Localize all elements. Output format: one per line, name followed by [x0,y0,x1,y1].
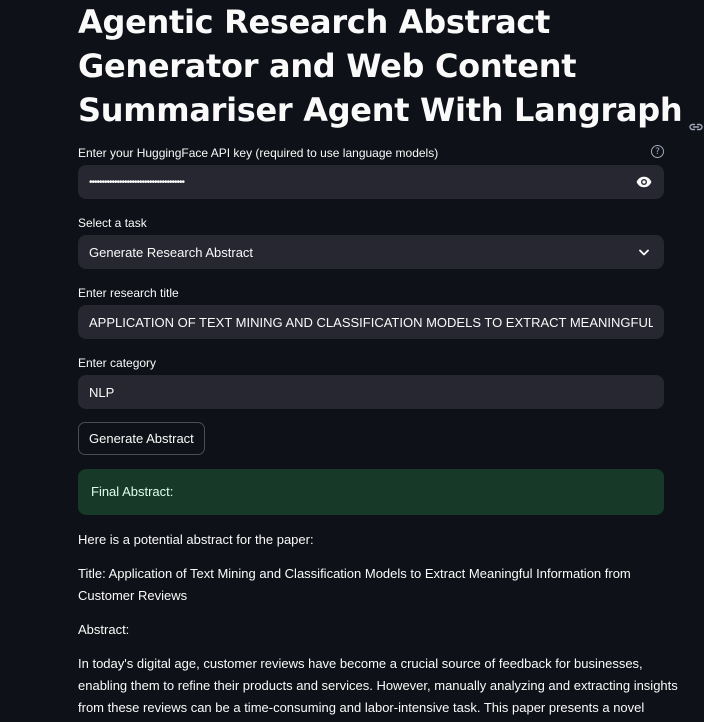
result-title: Title: Application of Text Mining and Cl… [78,563,664,607]
result-title-line: Title: Application of Text Mining and Cl… [78,566,631,581]
category-label: Enter category [78,356,157,370]
abstract-body-line: from these reviews can be a time-consumi… [78,700,645,715]
api-key-label: Enter your HuggingFace API key (required… [78,146,439,160]
result-title-line: Customer Reviews [78,588,188,603]
page-title: Agentic Research Abstract Generator and … [78,0,704,132]
generate-abstract-button[interactable]: Generate Abstract [78,422,205,455]
task-selected-value: Generate Research Abstract [89,244,254,260]
api-key-value: •••••••••••••••••••••••••••••••••••••• [89,176,185,188]
category-value: NLP [89,384,115,400]
category-input[interactable]: NLP [78,375,664,409]
abstract-body-line: In today's digital age, customer reviews… [78,656,643,671]
research-title-value: APPLICATION OF TEXT MINING AND CLASSIFIC… [89,314,653,330]
abstract-heading: Abstract: [78,622,130,637]
title-line-text: Summariser Agent With Langraph [78,91,683,129]
help-circle-icon[interactable]: ? [651,145,664,158]
final-abstract-alert: Final Abstract: [78,469,664,515]
eye-icon[interactable] [635,173,653,191]
result-intro: Here is a potential abstract for the pap… [78,532,314,547]
task-select[interactable]: Generate Research Abstract [78,235,664,269]
research-title-input[interactable]: APPLICATION OF TEXT MINING AND CLASSIFIC… [78,305,664,339]
title-line: Summariser Agent With Langraph [78,88,704,132]
task-label: Select a task [78,216,147,230]
title-line: Generator and Web Content [78,47,577,85]
abstract-body: In today's digital age, customer reviews… [78,653,678,719]
link-icon[interactable] [688,102,704,131]
title-line: Agentic Research Abstract [78,3,551,41]
abstract-body-line: enabling them to refine their products a… [78,678,678,693]
research-title-label: Enter research title [78,286,179,300]
api-key-input[interactable]: •••••••••••••••••••••••••••••••••••••• [78,165,664,199]
chevron-down-icon[interactable] [635,243,653,261]
